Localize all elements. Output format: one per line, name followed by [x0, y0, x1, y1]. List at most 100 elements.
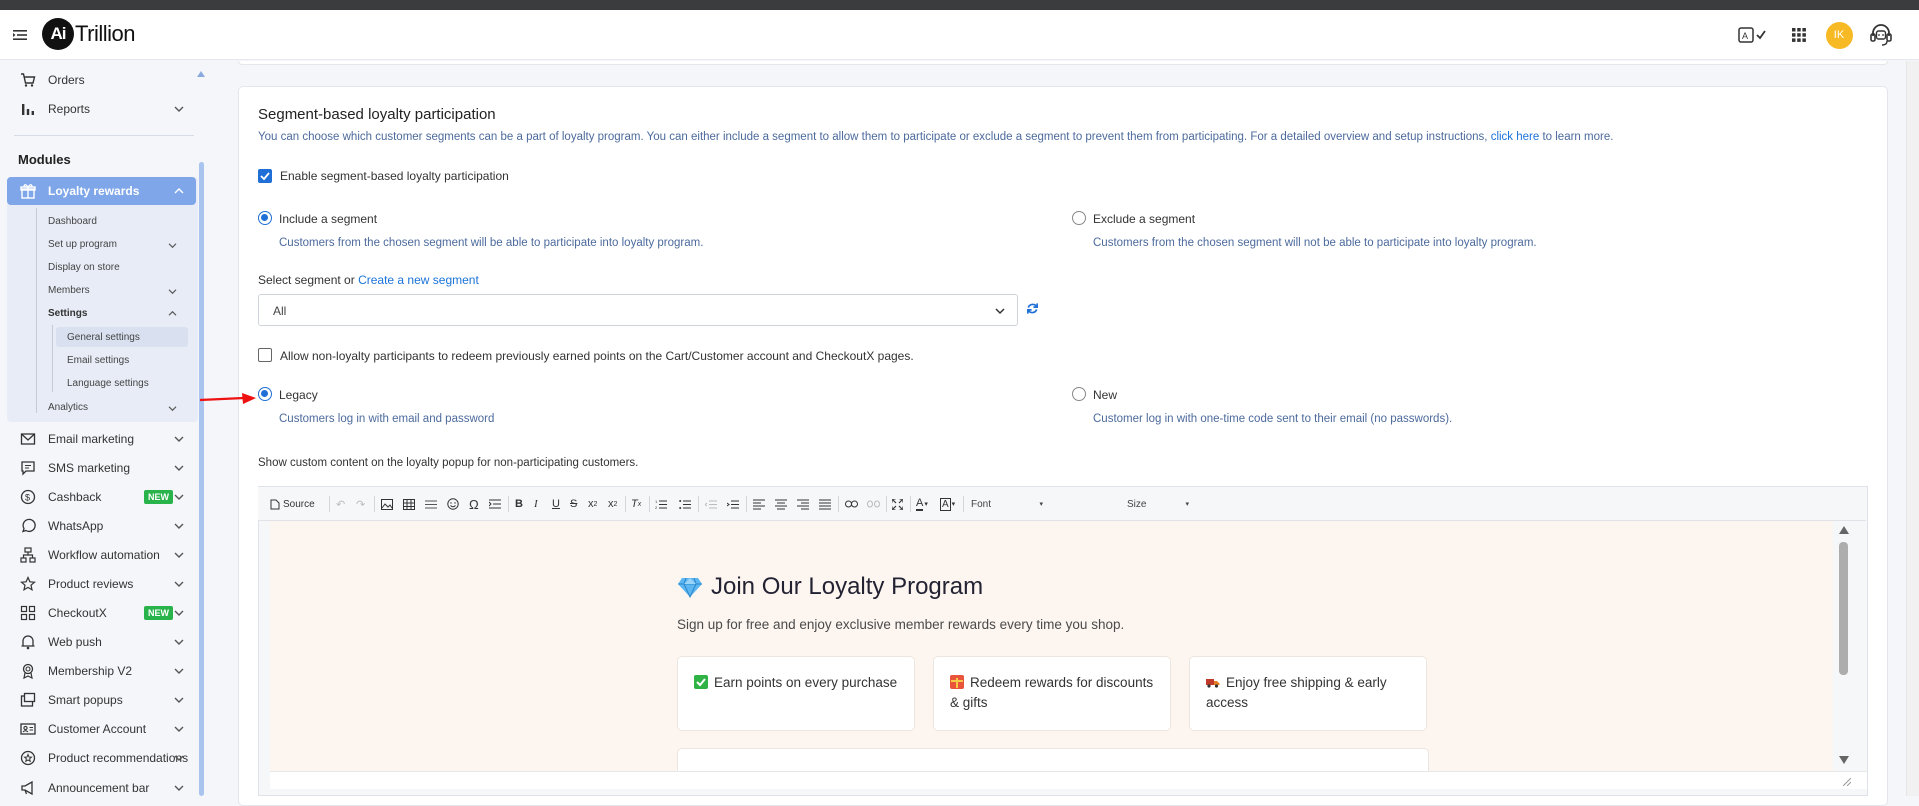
- page-scrollbar[interactable]: [1906, 61, 1919, 796]
- sidebar-item-checkoutx[interactable]: CheckoutX NEW: [0, 599, 195, 627]
- previous-card-edge: [238, 61, 1888, 65]
- chevron-down-icon: [168, 288, 177, 295]
- background-color-icon[interactable]: A ▾: [940, 496, 955, 512]
- size-select[interactable]: Size ▾: [1127, 496, 1189, 512]
- include-segment-label[interactable]: Include a segment: [279, 212, 377, 226]
- sidebar-sub-dashboard[interactable]: Dashboard: [48, 216, 97, 227]
- allow-non-loyalty-label[interactable]: Allow non-loyalty participants to redeem…: [280, 349, 914, 363]
- legacy-login-label[interactable]: Legacy: [279, 388, 318, 402]
- unlink-icon[interactable]: [867, 496, 880, 512]
- scroll-up-icon[interactable]: [197, 71, 205, 77]
- sidebar-sub-settings[interactable]: Settings: [48, 308, 87, 319]
- hamburger-menu-icon[interactable]: [12, 27, 28, 43]
- loyalty-popup-title: Join Our Loyalty Program: [677, 573, 983, 601]
- enable-segment-checkbox[interactable]: [258, 169, 272, 183]
- sidebar-item-announcement-bar[interactable]: Announcement bar: [0, 774, 195, 802]
- sidebar-item-label: CheckoutX: [48, 606, 107, 620]
- resize-handle-icon[interactable]: [1843, 778, 1851, 786]
- sidebar-item-workflow-automation[interactable]: Workflow automation: [0, 541, 195, 569]
- user-avatar[interactable]: IK: [1824, 20, 1854, 50]
- sidebar-sub-setup-program[interactable]: Set up program: [48, 239, 117, 250]
- scroll-up-icon[interactable]: [1839, 526, 1849, 534]
- text-color-icon[interactable]: A ▾: [916, 496, 928, 512]
- sidebar-item-customer-account[interactable]: Customer Account: [0, 715, 195, 743]
- sidebar-item-orders[interactable]: Orders: [0, 66, 195, 94]
- sidebar-item-product-recommendations[interactable]: Product recommendations: [0, 744, 195, 772]
- source-button[interactable]: Source: [270, 496, 315, 512]
- bold-icon[interactable]: B: [515, 496, 523, 512]
- justify-icon[interactable]: [819, 496, 831, 512]
- emoji-icon[interactable]: [447, 496, 459, 512]
- sidebar-item-whatsapp[interactable]: WhatsApp: [0, 512, 195, 540]
- underline-icon[interactable]: U: [552, 496, 560, 512]
- editor-content-area[interactable]: [270, 521, 1833, 771]
- sidebar-item-membership-v2[interactable]: Membership V2: [0, 657, 195, 685]
- exclude-segment-radio[interactable]: [1072, 211, 1086, 225]
- exclude-segment-label[interactable]: Exclude a segment: [1093, 212, 1195, 226]
- sidebar-sub-general-settings[interactable]: General settings: [67, 332, 140, 343]
- special-char-icon[interactable]: Ω: [469, 496, 479, 512]
- sidebar-sub-analytics[interactable]: Analytics: [48, 402, 88, 413]
- font-select[interactable]: Font ▾: [971, 496, 1043, 512]
- sidebar-sub-members[interactable]: Members: [48, 285, 90, 296]
- translate-icon[interactable]: A: [1736, 20, 1770, 50]
- sidebar-sub-display-on-store[interactable]: Display on store: [48, 262, 120, 273]
- legacy-login-radio[interactable]: [258, 387, 272, 401]
- strikethrough-icon[interactable]: S: [570, 496, 577, 512]
- subscript-icon[interactable]: x2: [588, 496, 597, 512]
- refresh-icon[interactable]: [1026, 302, 1039, 315]
- sidebar-item-loyalty-rewards[interactable]: Loyalty rewards: [7, 177, 196, 205]
- editor-scrollbar-thumb[interactable]: [1839, 542, 1848, 675]
- support-headset-icon[interactable]: [1866, 20, 1896, 50]
- sidebar-divider: [14, 135, 194, 136]
- superscript-icon[interactable]: x2: [608, 496, 617, 512]
- italic-icon[interactable]: I: [534, 496, 538, 512]
- cart-icon: [20, 72, 36, 88]
- new-login-label[interactable]: New: [1093, 388, 1117, 402]
- sidebar-item-smart-popups[interactable]: Smart popups: [0, 686, 195, 714]
- new-badge: NEW: [144, 606, 173, 620]
- align-center-icon[interactable]: [775, 496, 787, 512]
- remove-format-icon[interactable]: Tx: [631, 496, 641, 512]
- segment-select[interactable]: All: [258, 294, 1018, 326]
- sidebar-item-cashback[interactable]: $ Cashback NEW: [0, 483, 195, 511]
- undo-icon[interactable]: ↶: [336, 496, 345, 512]
- sidebar-item-web-push[interactable]: Web push: [0, 628, 195, 656]
- click-here-link[interactable]: click here: [1491, 131, 1540, 143]
- iframe-icon[interactable]: [489, 496, 501, 512]
- numbered-list-icon[interactable]: 12: [655, 496, 667, 512]
- horizontal-rule-icon[interactable]: [425, 496, 437, 512]
- link-icon[interactable]: [845, 496, 858, 512]
- sidebar-scrollbar[interactable]: [199, 162, 204, 796]
- allow-non-loyalty-checkbox[interactable]: [258, 348, 272, 362]
- sidebar-item-reports[interactable]: Reports: [0, 95, 195, 123]
- include-segment-radio[interactable]: [258, 211, 272, 225]
- create-segment-link[interactable]: Create a new segment: [358, 273, 479, 287]
- delivery-truck-icon: [1206, 675, 1220, 689]
- scroll-down-icon[interactable]: [1839, 756, 1849, 764]
- align-right-icon[interactable]: [797, 496, 809, 512]
- outdent-icon[interactable]: [705, 496, 717, 512]
- align-left-icon[interactable]: [753, 496, 765, 512]
- sidebar-item-email-marketing[interactable]: Email marketing: [0, 425, 195, 453]
- maximize-icon[interactable]: [892, 496, 903, 512]
- indent-icon[interactable]: [727, 496, 739, 512]
- image-icon[interactable]: [381, 496, 393, 512]
- sidebar-sub-email-settings[interactable]: Email settings: [67, 355, 129, 366]
- sidebar-item-label: Cashback: [48, 490, 102, 504]
- sidebar-item-product-reviews[interactable]: Product reviews: [0, 570, 195, 598]
- sidebar-sub-language-settings[interactable]: Language settings: [67, 378, 149, 389]
- segment-select-value: All: [273, 304, 287, 318]
- enable-segment-label[interactable]: Enable segment-based loyalty participati…: [280, 169, 509, 183]
- chevron-down-icon: [174, 464, 184, 472]
- sidebar-item-sms-marketing[interactable]: SMS marketing: [0, 454, 195, 482]
- new-badge: NEW: [144, 490, 173, 504]
- new-login-radio[interactable]: [1072, 387, 1086, 401]
- table-icon[interactable]: [403, 496, 415, 512]
- chevron-down-icon: [168, 405, 177, 412]
- bullet-list-icon[interactable]: [679, 496, 691, 512]
- apps-grid-icon[interactable]: [1786, 20, 1812, 50]
- chevron-down-icon: [174, 667, 184, 675]
- app-logo[interactable]: Ai Trillion: [42, 18, 135, 50]
- redo-icon[interactable]: ↷: [356, 496, 365, 512]
